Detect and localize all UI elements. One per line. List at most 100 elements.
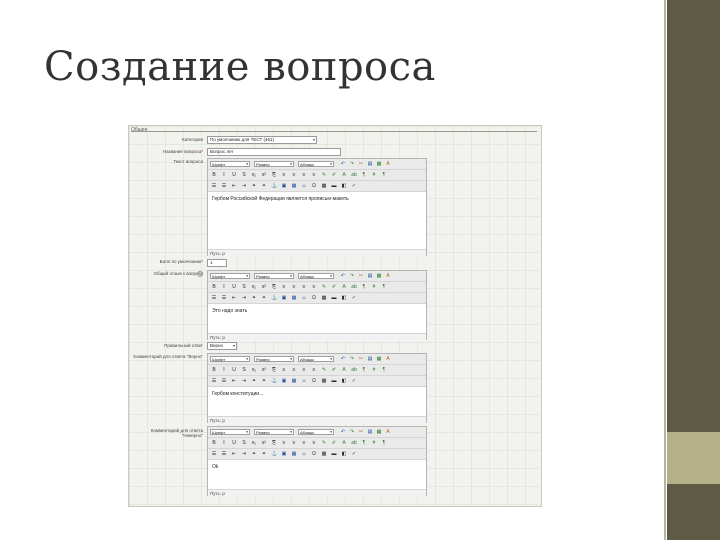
toolbar-button-icon[interactable]: ▣	[281, 295, 287, 301]
toolbar-button-icon[interactable]: x₂	[251, 284, 257, 290]
toolbar-button-icon[interactable]: ☰	[211, 295, 217, 301]
toolbar-button-icon[interactable]: ◧	[341, 451, 347, 457]
toolbar-button-icon[interactable]: Ω	[311, 378, 317, 384]
toolbar-button-icon[interactable]: ▩	[321, 295, 327, 301]
toolbar-button-icon[interactable]: ↶	[340, 161, 346, 167]
toolbar-button-icon[interactable]: ✐	[331, 367, 337, 373]
toolbar-button-icon[interactable]: B	[211, 284, 217, 290]
toolbar-button-icon[interactable]: ▬	[331, 451, 337, 457]
toolbar-button-icon[interactable]: S	[241, 284, 247, 290]
toolbar-button-icon[interactable]: ▤	[367, 161, 373, 167]
toolbar-button-icon[interactable]: ⎘	[271, 367, 277, 373]
toolbar-button-icon[interactable]: ǂ	[371, 367, 377, 373]
toolbar-button-icon[interactable]: ⚓	[271, 378, 277, 384]
toolbar-button-icon[interactable]: ¶	[381, 367, 387, 373]
toolbar-button-icon[interactable]: ⇤	[231, 295, 237, 301]
toolbar-button-icon[interactable]: ⚓	[271, 183, 277, 189]
toolbar-button-icon[interactable]: ⚓	[271, 295, 277, 301]
toolbar-button-icon[interactable]: ≡	[281, 440, 287, 446]
toolbar-button-icon[interactable]: x²	[261, 172, 267, 178]
default-grade-input[interactable]: 1	[207, 259, 227, 267]
toolbar-button-icon[interactable]: ☰	[221, 295, 227, 301]
toolbar-button-icon[interactable]: ↷	[349, 356, 355, 362]
toolbar-button-icon[interactable]: U	[231, 172, 237, 178]
toolbar-button-icon[interactable]: ✂	[358, 429, 364, 435]
toolbar-button-icon[interactable]: ✐	[331, 284, 337, 290]
toolbar-button-icon[interactable]: ≡	[301, 367, 307, 373]
toolbar-button-icon[interactable]: ▣	[281, 378, 287, 384]
toolbar-button-icon[interactable]: ▦	[376, 273, 382, 279]
toolbar-button-icon[interactable]: ≡	[281, 367, 287, 373]
toolbar-button-icon[interactable]: ≡	[311, 284, 317, 290]
toolbar-button-icon[interactable]: ↶	[340, 429, 346, 435]
toolbar-button-icon[interactable]: I	[221, 172, 227, 178]
toolbar-button-icon[interactable]: ↶	[340, 356, 346, 362]
toolbar-button-icon[interactable]: ¶	[381, 284, 387, 290]
toolbar-button-icon[interactable]: ▦	[291, 451, 297, 457]
toolbar-button-icon[interactable]: ⚭	[251, 295, 257, 301]
toolbar-button-icon[interactable]: S	[241, 440, 247, 446]
toolbar-button-icon[interactable]: U	[231, 367, 237, 373]
question-name-input[interactable]: Вопрос лет	[207, 148, 341, 156]
toolbar-button-icon[interactable]: ¶	[361, 172, 367, 178]
toolbar-button-icon[interactable]: ↷	[349, 429, 355, 435]
toolbar-button-icon[interactable]: ǂ	[371, 284, 377, 290]
format-select[interactable]: Абзацы ▾	[298, 356, 334, 362]
toolbar-button-icon[interactable]: ✓	[351, 451, 357, 457]
toolbar-button-icon[interactable]: ab	[351, 284, 357, 290]
toolbar-button-icon[interactable]: A	[385, 429, 391, 435]
toolbar-button-icon[interactable]: A	[341, 367, 347, 373]
toolbar-button-icon[interactable]: ≡	[291, 284, 297, 290]
toolbar-button-icon[interactable]: ⚭	[251, 378, 257, 384]
font-select[interactable]: Шрифт ▾	[210, 429, 250, 435]
toolbar-button-icon[interactable]: ≡	[311, 440, 317, 446]
toolbar-button-icon[interactable]: ◧	[341, 295, 347, 301]
toolbar-button-icon[interactable]: ab	[351, 367, 357, 373]
size-select[interactable]: Размер ▾	[254, 429, 294, 435]
toolbar-button-icon[interactable]: ✎	[321, 284, 327, 290]
toolbar-button-icon[interactable]: ↷	[349, 161, 355, 167]
size-select[interactable]: Размер ▾	[254, 161, 294, 167]
toolbar-button-icon[interactable]: ⚭	[251, 451, 257, 457]
toolbar-button-icon[interactable]: B	[211, 367, 217, 373]
toolbar-button-icon[interactable]: ▦	[376, 429, 382, 435]
toolbar-button-icon[interactable]: ✂	[358, 161, 364, 167]
toolbar-button-icon[interactable]: ⇤	[231, 451, 237, 457]
toolbar-button-icon[interactable]: ≡	[311, 172, 317, 178]
toolbar-button-icon[interactable]: ¶	[361, 284, 367, 290]
toolbar-button-icon[interactable]: ☰	[221, 183, 227, 189]
feedback-true-editor[interactable]: Шрифт ▾ Размер ▾ Абзацы ▾ ↶ ↷ ✂ ▤ ▦ A B I U Sx₂ x² ⎘ ≡ ≡ ≡ ≡ ✎…	[207, 353, 427, 424]
toolbar-button-icon[interactable]: ≡	[311, 367, 317, 373]
toolbar-button-icon[interactable]: x²	[261, 367, 267, 373]
toolbar-button-icon[interactable]: ⎘	[271, 284, 277, 290]
toolbar-button-icon[interactable]: Ω	[311, 451, 317, 457]
toolbar-button-icon[interactable]: U	[231, 284, 237, 290]
toolbar-button-icon[interactable]: Ω	[311, 295, 317, 301]
toolbar-button-icon[interactable]: ☰	[211, 378, 217, 384]
toolbar-button-icon[interactable]: I	[221, 284, 227, 290]
editor-content-area[interactable]: Ok	[208, 460, 426, 490]
font-select[interactable]: Шрифт ▾	[210, 161, 250, 167]
toolbar-button-icon[interactable]: ☺	[301, 183, 307, 189]
format-select[interactable]: Абзацы ▾	[298, 161, 334, 167]
toolbar-button-icon[interactable]: ▦	[291, 183, 297, 189]
toolbar-button-icon[interactable]: A	[385, 273, 391, 279]
general-feedback-editor[interactable]: Шрифт ▾ Размер ▾ Абзацы ▾ ↶ ↷ ✂ ▤ ▦ A B I U Sx₂ x² ⎘ ≡ ≡ ≡ ≡ ✎…	[207, 270, 427, 341]
toolbar-button-icon[interactable]: ≡	[291, 172, 297, 178]
toolbar-button-icon[interactable]: ↷	[349, 273, 355, 279]
toolbar-button-icon[interactable]: ▬	[331, 295, 337, 301]
toolbar-button-icon[interactable]: ✓	[351, 378, 357, 384]
toolbar-button-icon[interactable]: A	[341, 440, 347, 446]
toolbar-button-icon[interactable]: I	[221, 440, 227, 446]
toolbar-button-icon[interactable]: ¶	[361, 367, 367, 373]
toolbar-button-icon[interactable]: ab	[351, 172, 357, 178]
toolbar-button-icon[interactable]: ✂	[358, 356, 364, 362]
toolbar-button-icon[interactable]: ☺	[301, 451, 307, 457]
toolbar-button-icon[interactable]: ǂ	[371, 440, 377, 446]
category-select[interactable]: По умолчанию для ТЕСТ (461) ▾	[207, 136, 317, 144]
toolbar-button-icon[interactable]: I	[221, 367, 227, 373]
toolbar-button-icon[interactable]: ✎	[321, 367, 327, 373]
toolbar-button-icon[interactable]: ◧	[341, 183, 347, 189]
toolbar-button-icon[interactable]: ☰	[211, 451, 217, 457]
toolbar-button-icon[interactable]: ≡	[301, 284, 307, 290]
